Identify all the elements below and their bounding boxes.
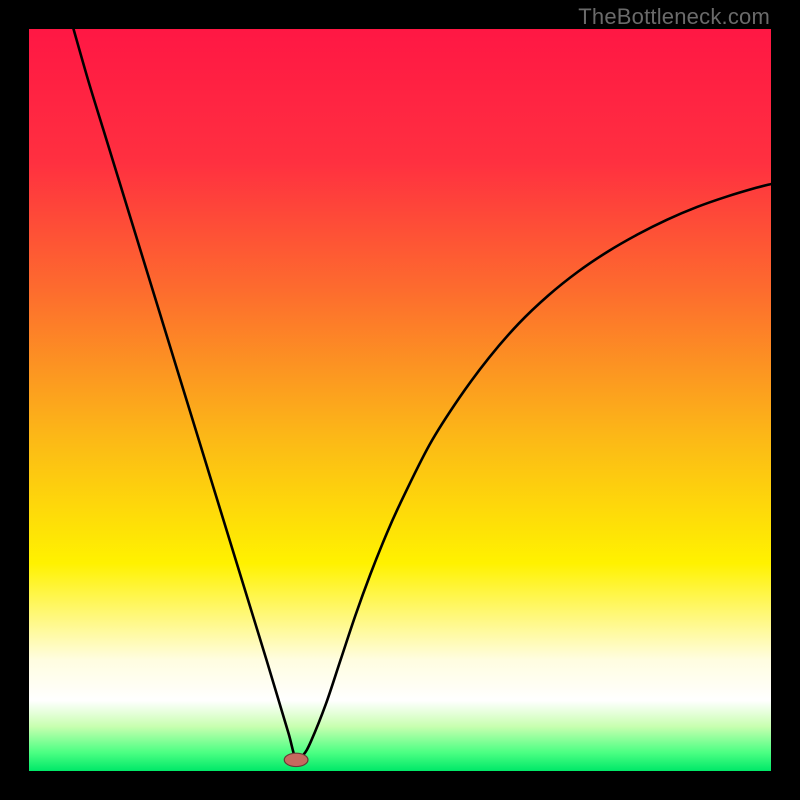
plot-area: [29, 29, 771, 771]
chart-svg: [29, 29, 771, 771]
minimum-marker: [284, 753, 308, 766]
watermark-text: TheBottleneck.com: [578, 4, 770, 30]
gradient-background: [29, 29, 771, 771]
chart-frame: TheBottleneck.com: [0, 0, 800, 800]
